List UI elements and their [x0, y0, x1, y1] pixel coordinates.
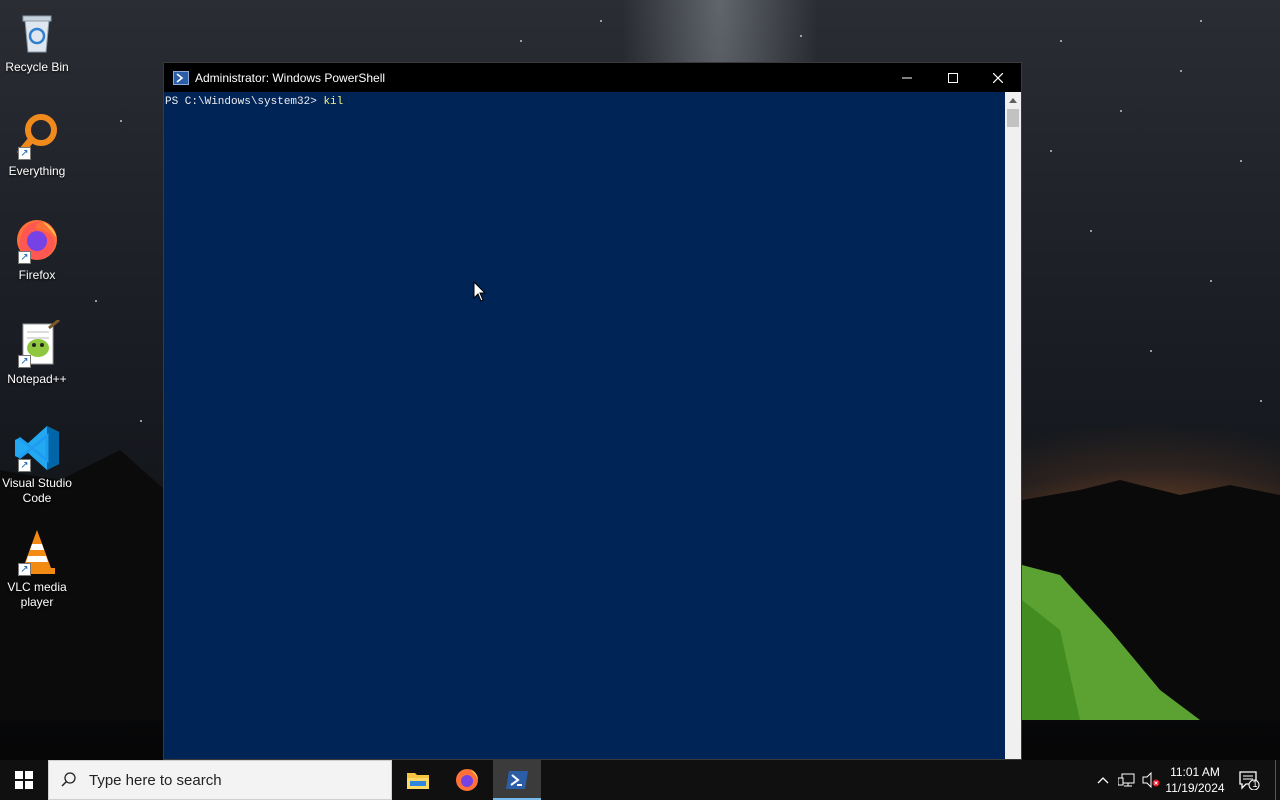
taskbar-file-explorer[interactable] [394, 760, 442, 800]
desktop-icon-label: Firefox [18, 268, 56, 282]
minimize-icon [902, 77, 912, 78]
desktop-icon-label: Recycle Bin [5, 60, 69, 74]
action-center-button[interactable]: 1 [1234, 760, 1264, 800]
window-title: Administrator: Windows PowerShell [195, 70, 386, 85]
powershell-icon [173, 70, 189, 85]
mouse-pointer-icon [473, 281, 487, 302]
taskbar-clock[interactable]: 11:01 AM 11/19/2024 [1162, 760, 1228, 800]
shortcut-arrow-icon: ↗ [18, 251, 31, 264]
taskbar-search-box[interactable]: Type here to search [48, 760, 392, 800]
shortcut-arrow-icon: ↗ [18, 459, 31, 472]
desktop-icon-label: VLC media player [7, 580, 67, 609]
desktop-icon-everything[interactable]: ↗ Everything [0, 112, 74, 179]
vscode-icon: ↗ [13, 424, 61, 472]
desktop-icon-vlc[interactable]: ↗ VLC media player [0, 528, 74, 610]
powershell-window[interactable]: Administrator: Windows PowerShell PS C:\… [163, 62, 1022, 760]
show-desktop-button[interactable] [1275, 760, 1280, 800]
windows-logo-icon [15, 771, 33, 789]
scroll-up-button[interactable] [1005, 92, 1021, 108]
desktop-icon-label: Visual Studio Code [2, 476, 72, 505]
recycle-bin-icon [13, 8, 61, 56]
taskbar-powershell[interactable] [493, 760, 541, 800]
start-button[interactable] [0, 760, 48, 800]
console-area[interactable]: PS C:\Windows\system32> kil [164, 92, 1005, 759]
scroll-thumb[interactable] [1007, 109, 1019, 127]
desktop-icon-label: Everything [8, 164, 66, 178]
vlc-icon: ↗ [13, 528, 61, 576]
file-explorer-icon [407, 773, 429, 789]
shortcut-arrow-icon: ↗ [18, 147, 31, 160]
console-command: kil [323, 96, 344, 108]
search-placeholder: Type here to search [89, 771, 222, 789]
everything-icon: ↗ [13, 112, 61, 160]
volume-muted-icon [1142, 772, 1160, 788]
network-tray-button[interactable] [1116, 760, 1138, 800]
close-button[interactable] [975, 63, 1021, 92]
firefox-icon: ↗ [13, 216, 61, 264]
clock-date: 11/19/2024 [1165, 781, 1225, 795]
firefox-icon [456, 769, 478, 791]
desktop-icon-vscode[interactable]: ↗ Visual Studio Code [0, 424, 74, 506]
vertical-scrollbar[interactable] [1005, 92, 1021, 759]
console-prompt: PS C:\Windows\system32> [165, 96, 324, 108]
desktop-icon-notepadpp[interactable]: ↗ Notepad++ [0, 318, 74, 387]
taskbar-firefox[interactable] [443, 760, 491, 800]
notepadpp-icon: ↗ [13, 318, 61, 368]
taskbar: Type here to search 11:01 AM 11/19/2024 … [0, 760, 1280, 800]
powershell-titlebar[interactable]: Administrator: Windows PowerShell [164, 63, 1021, 92]
powershell-icon [506, 771, 528, 789]
chevron-up-icon [1097, 777, 1109, 784]
notification-count-badge: 1 [1252, 779, 1258, 789]
shortcut-arrow-icon: ↗ [18, 563, 31, 576]
chevron-up-icon [1009, 97, 1017, 103]
close-icon [993, 72, 1003, 83]
desktop-icon-recycle-bin[interactable]: Recycle Bin [0, 8, 74, 75]
minimize-button[interactable] [884, 63, 930, 92]
desktop-icon-firefox[interactable]: ↗ Firefox [0, 216, 74, 283]
volume-tray-button[interactable] [1140, 760, 1162, 800]
search-icon [49, 772, 89, 788]
maximize-button[interactable] [930, 63, 976, 92]
maximize-icon [948, 72, 958, 83]
network-icon [1118, 773, 1135, 787]
shortcut-arrow-icon: ↗ [18, 355, 31, 368]
show-hidden-icons-button[interactable] [1094, 760, 1112, 800]
clock-time: 11:01 AM [1170, 765, 1220, 779]
desktop-icon-label: Notepad++ [7, 372, 67, 386]
